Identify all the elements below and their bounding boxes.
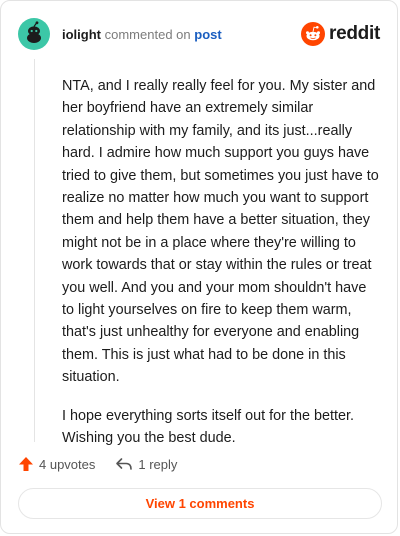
comment-meta: iolight commented on post — [62, 27, 222, 42]
reddit-wordmark: reddit — [329, 23, 380, 44]
reply-arrow-icon — [116, 458, 133, 470]
comment-card: iolight commented on post reddit NTA, an… — [0, 0, 398, 534]
upvote-button[interactable]: 4 upvotes — [18, 456, 95, 472]
post-link[interactable]: post — [194, 27, 221, 42]
upvote-count: 4 upvotes — [39, 456, 96, 472]
comment-body: NTA, and I really really feel for you. M… — [62, 75, 380, 466]
thread-line — [34, 59, 35, 442]
avatar[interactable] — [18, 18, 50, 50]
reddit-brand[interactable]: reddit — [301, 22, 380, 46]
username[interactable]: iolight — [62, 27, 101, 42]
commented-on-text: commented on — [104, 26, 191, 42]
comment-header: iolight commented on post reddit — [18, 18, 380, 50]
reply-count: 1 reply — [138, 456, 178, 472]
view-comments-button[interactable]: View 1 comments — [18, 488, 382, 519]
comment-actions: 4 upvotes 1 reply — [18, 453, 177, 475]
comment-paragraph: NTA, and I really really feel for you. M… — [62, 78, 379, 386]
reply-button[interactable]: 1 reply — [115, 456, 177, 472]
upvote-arrow-icon — [19, 457, 33, 471]
avatar-snoo-icon — [27, 21, 41, 43]
reddit-logo-icon — [301, 22, 326, 46]
comment-paragraph: I hope everything sorts itself out for t… — [62, 407, 354, 447]
